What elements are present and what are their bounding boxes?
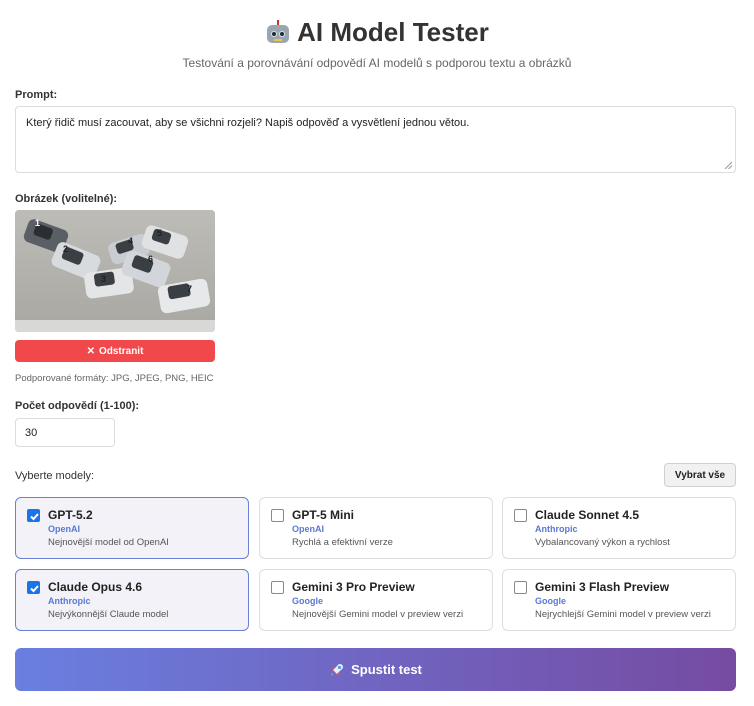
car-number-6: 6 — [148, 254, 153, 264]
model-description: Vybalancovaný výkon a rychlost — [535, 537, 670, 548]
model-description: Nejnovější Gemini model v preview verzi — [292, 609, 464, 620]
supported-formats-note: Podporované formáty: JPG, JPEG, PNG, HEI… — [15, 373, 214, 384]
model-vendor: OpenAI — [292, 524, 325, 534]
model-name: Gemini 3 Flash Preview — [535, 580, 670, 594]
model-card[interactable]: GPT-5.2 OpenAI Nejnovější model od OpenAI — [15, 497, 249, 559]
response-count-input[interactable]: 30 — [15, 418, 115, 447]
car-number-7: 7 — [187, 284, 192, 294]
car-number-1: 1 — [35, 218, 40, 228]
prompt-text: Který řidič musí zacouvat, aby se všichn… — [26, 117, 470, 129]
model-description: Nejvýkonnější Claude model — [48, 609, 169, 620]
page-title-text: AI Model Tester — [297, 17, 489, 47]
run-test-button[interactable]: Spustit test — [15, 648, 736, 691]
robot-icon — [265, 19, 291, 45]
uploaded-image: 1 2 3 4 5 6 7 — [15, 210, 215, 332]
model-name: GPT-5 Mini — [292, 508, 355, 522]
model-checkbox[interactable] — [271, 509, 284, 522]
model-vendor: OpenAI — [48, 524, 81, 534]
model-checkbox[interactable] — [271, 581, 284, 594]
model-card[interactable]: GPT-5 Mini OpenAI Rychlá a efektivní verze — [259, 497, 493, 559]
page-title: AI Model Tester — [265, 14, 489, 50]
check-icon — [30, 585, 39, 593]
model-name: Gemini 3 Pro Preview — [292, 580, 415, 594]
model-card[interactable]: Claude Opus 4.6 Anthropic Nejvýkonnější Cl… — [15, 569, 249, 631]
check-icon — [30, 513, 39, 521]
select-all-button[interactable]: Vybrat vše — [664, 463, 736, 487]
model-vendor: Anthropic — [535, 524, 578, 534]
model-checkbox[interactable] — [27, 509, 40, 522]
close-icon: ✕ — [86, 345, 95, 357]
model-card[interactable]: Gemini 3 Flash Preview Google Nejrychlejší… — [502, 569, 736, 631]
model-card[interactable]: Claude Sonnet 4.5 Anthropic Vybalancovaný … — [502, 497, 736, 559]
header: AI Model Tester Testování a porovnávání … — [0, 0, 754, 70]
remove-image-button[interactable]: ✕ Odstranit — [15, 340, 215, 362]
image-label: Obrázek (volitelné): — [15, 193, 118, 205]
resize-grip-icon[interactable] — [724, 161, 732, 169]
model-checkbox[interactable] — [27, 581, 40, 594]
car-number-2: 2 — [63, 244, 68, 254]
rocket-icon — [331, 663, 344, 676]
model-description: Rychlá a efektivní verze — [292, 537, 393, 548]
model-description: Nejrychlejší Gemini model v preview verz… — [535, 609, 711, 620]
car-number-3: 3 — [101, 274, 106, 284]
model-name: Claude Opus 4.6 — [48, 580, 143, 594]
model-name: GPT-5.2 — [48, 508, 93, 522]
car-number-4: 4 — [128, 236, 133, 246]
parking-cars-image: 1 2 3 4 5 6 7 — [15, 210, 215, 332]
prompt-textarea[interactable]: Který řidič musí zacouvat, aby se všichn… — [15, 106, 736, 173]
response-count-value: 30 — [25, 426, 38, 439]
model-card[interactable]: Gemini 3 Pro Preview Google Nejnovější Gem… — [259, 569, 493, 631]
prompt-label: Prompt: — [15, 89, 58, 101]
model-vendor: Google — [292, 596, 323, 606]
model-checkbox[interactable] — [514, 581, 527, 594]
models-label: Vyberte modely: — [15, 470, 95, 482]
car-number-5: 5 — [157, 228, 162, 238]
count-label: Počet odpovědí (1-100): — [15, 400, 140, 412]
model-checkbox[interactable] — [514, 509, 527, 522]
remove-image-label: Odstranit — [98, 345, 144, 357]
model-name: Claude Sonnet 4.5 — [535, 508, 640, 522]
model-vendor: Google — [535, 596, 566, 606]
model-description: Nejnovější model od OpenAI — [48, 537, 169, 548]
model-vendor: Anthropic — [48, 596, 91, 606]
page-subtitle: Testování a porovnávání odpovědí AI mode… — [182, 56, 572, 70]
run-test-label: Spustit test — [351, 662, 422, 677]
